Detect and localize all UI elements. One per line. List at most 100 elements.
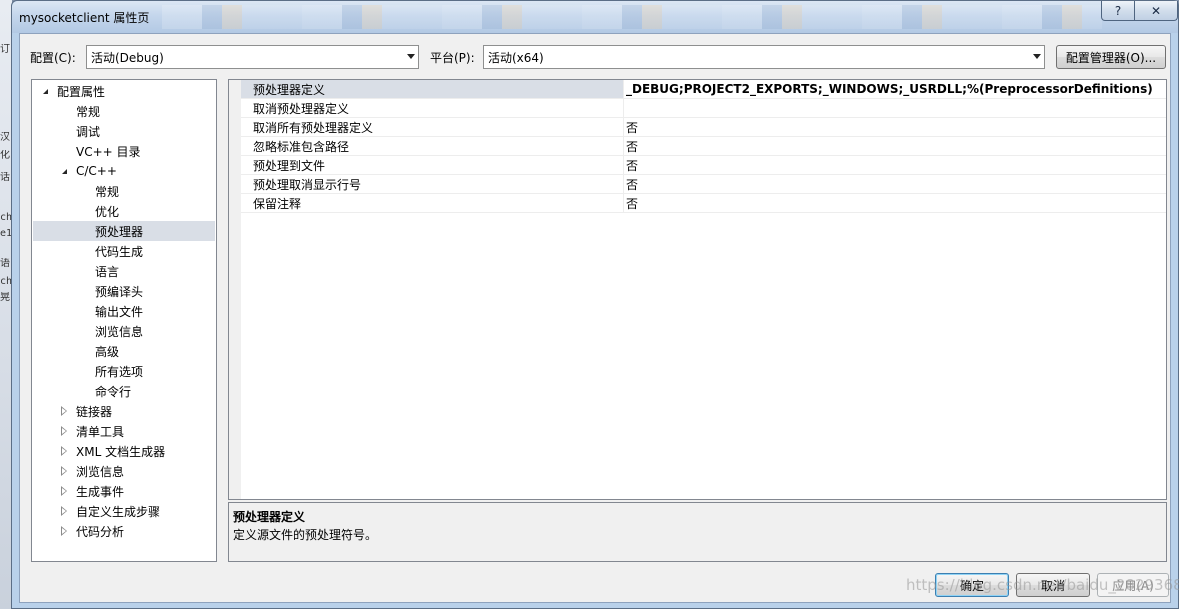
tree-item[interactable]: C/C++ [33,161,215,181]
tree-item[interactable]: 生成事件 [33,481,215,501]
tree-item-label: 调试 [76,124,101,139]
property-grid-margin [229,80,241,499]
tree-item[interactable]: XML 文档生成器 [33,441,215,461]
tree-item[interactable]: 语言 [33,261,215,281]
tree-item[interactable]: 常规 [33,101,215,121]
chevron-down-icon [1033,54,1041,59]
tree-item[interactable]: 预编译头 [33,281,215,301]
tree-item[interactable]: 常规 [33,181,215,201]
tree-item[interactable]: 自定义生成步骤 [33,501,215,521]
config-label: 配置(C): [30,51,76,65]
tree-item-label: 清单工具 [76,424,125,439]
column-separator [623,175,624,193]
platform-combo-value: 活动(x64) [488,50,544,65]
tree-item-label: 命令行 [95,384,132,399]
property-value[interactable]: 否 [626,119,638,136]
tree-item[interactable]: 输出文件 [33,301,215,321]
tree-item-label: C/C++ [76,164,117,178]
tree-item-label: 语言 [95,264,120,279]
config-manager-button[interactable]: 配置管理器(O)... [1056,45,1166,69]
collapsed-triangle-icon[interactable] [60,506,68,516]
tree-item[interactable]: 代码生成 [33,241,215,261]
config-combo[interactable]: 活动(Debug) [86,45,419,69]
tree-item-label: 预编译头 [95,284,144,299]
property-row[interactable]: 预处理到文件 否 [241,156,1166,175]
help-icon: ? [1114,3,1122,18]
collapsed-triangle-icon[interactable] [60,526,68,536]
property-row[interactable]: 预处理器定义 _DEBUG;PROJECT2_EXPORTS;_WINDOWS;_… [241,80,1166,99]
description-text: 定义源文件的预处理符号。 [233,528,378,542]
tree-item-label: 高级 [95,344,120,359]
tree-item[interactable]: 浏览信息 [33,321,215,341]
property-row[interactable]: 取消所有预处理器定义 否 [241,118,1166,137]
tree-item[interactable]: 所有选项 [33,361,215,381]
property-row[interactable]: 忽略标准包含路径 否 [241,137,1166,156]
property-value[interactable]: _DEBUG;PROJECT2_EXPORTS;_WINDOWS;_USRDLL… [626,82,1153,96]
property-value[interactable]: 否 [626,138,638,155]
tree-item-label: 常规 [76,104,101,119]
property-value[interactable]: 否 [626,157,638,174]
title-bar[interactable]: mysocketclient 属性页 ? ✕ [12,1,1178,33]
property-name: 保留注释 [253,196,302,211]
dialog-client-area: 配置(C): 活动(Debug) 平台(P): 活动(x64) 配置管理器(O)… [19,33,1179,603]
property-grid[interactable]: 预处理器定义 _DEBUG;PROJECT2_EXPORTS;_WINDOWS;_… [228,79,1167,500]
tree-item-label: 优化 [95,204,120,219]
close-button[interactable]: ✕ [1134,1,1178,21]
help-button[interactable]: ? [1101,1,1135,21]
property-name: 取消预处理器定义 [253,101,350,116]
property-name: 预处理取消显示行号 [253,177,362,192]
window-title: mysocketclient 属性页 [19,11,150,25]
collapsed-triangle-icon[interactable] [60,426,68,436]
collapsed-triangle-icon[interactable] [60,466,68,476]
property-row[interactable]: 保留注释 否 [241,194,1166,213]
tree-item[interactable]: 预处理器 [33,221,215,241]
property-row[interactable]: 取消预处理器定义 [241,99,1166,118]
tree-item-label: 浏览信息 [76,464,125,479]
tree-item-label: 链接器 [76,404,113,419]
property-name: 预处理器定义 [253,82,326,97]
expanded-triangle-icon[interactable] [41,87,49,95]
property-name: 忽略标准包含路径 [253,139,350,154]
tree-item[interactable]: VC++ 目录 [33,141,215,161]
tree-item-label: 浏览信息 [95,324,144,339]
property-row[interactable]: 预处理取消显示行号 否 [241,175,1166,194]
tree-item[interactable]: 代码分析 [33,521,215,541]
tree-item[interactable]: 高级 [33,341,215,361]
property-name: 预处理到文件 [253,158,326,173]
tree-item[interactable]: 优化 [33,201,215,221]
property-pages-dialog: mysocketclient 属性页 ? ✕ 配置(C): 活动(Debug) … [11,0,1179,609]
collapsed-triangle-icon[interactable] [60,486,68,496]
column-separator [623,118,624,136]
tree-item[interactable]: 配置属性 [33,81,215,101]
platform-combo[interactable]: 活动(x64) [483,45,1045,69]
column-separator [623,137,624,155]
collapsed-triangle-icon[interactable] [60,406,68,416]
tree-item[interactable]: 链接器 [33,401,215,421]
expanded-triangle-icon[interactable] [60,167,68,175]
collapsed-triangle-icon[interactable] [60,446,68,456]
chevron-down-icon [407,54,415,59]
column-separator [623,156,624,174]
property-tree[interactable]: 配置属性 常规 调试 VC++ 目录 C/C++ 常规 优化 预处理器 代码生成 语言 预编译头 输出… [31,79,217,562]
tree-item-label: 所有选项 [95,364,144,379]
column-separator [623,80,624,98]
tree-item-label: 代码生成 [95,244,144,259]
column-separator [623,194,624,212]
column-separator [623,99,624,117]
property-value[interactable]: 否 [626,176,638,193]
tree-item[interactable]: 清单工具 [33,421,215,441]
config-combo-value: 活动(Debug) [91,50,164,65]
tree-item[interactable]: 命令行 [33,381,215,401]
tree-item-label: 输出文件 [95,304,144,319]
platform-label: 平台(P): [430,51,475,65]
tree-item-label: 配置属性 [57,84,106,99]
title-bar-background-decoration [162,5,1102,29]
tree-item[interactable]: 调试 [33,121,215,141]
description-panel: 预处理器定义 定义源文件的预处理符号。 [228,502,1167,562]
tree-item-label: XML 文档生成器 [76,444,166,459]
tree-item-label: 预处理器 [95,224,144,239]
property-value[interactable]: 否 [626,195,638,212]
tree-item[interactable]: 浏览信息 [33,461,215,481]
close-icon: ✕ [1150,3,1162,18]
watermark-text: https://blog.csdn.net/baidu_28293683 [906,576,1179,594]
